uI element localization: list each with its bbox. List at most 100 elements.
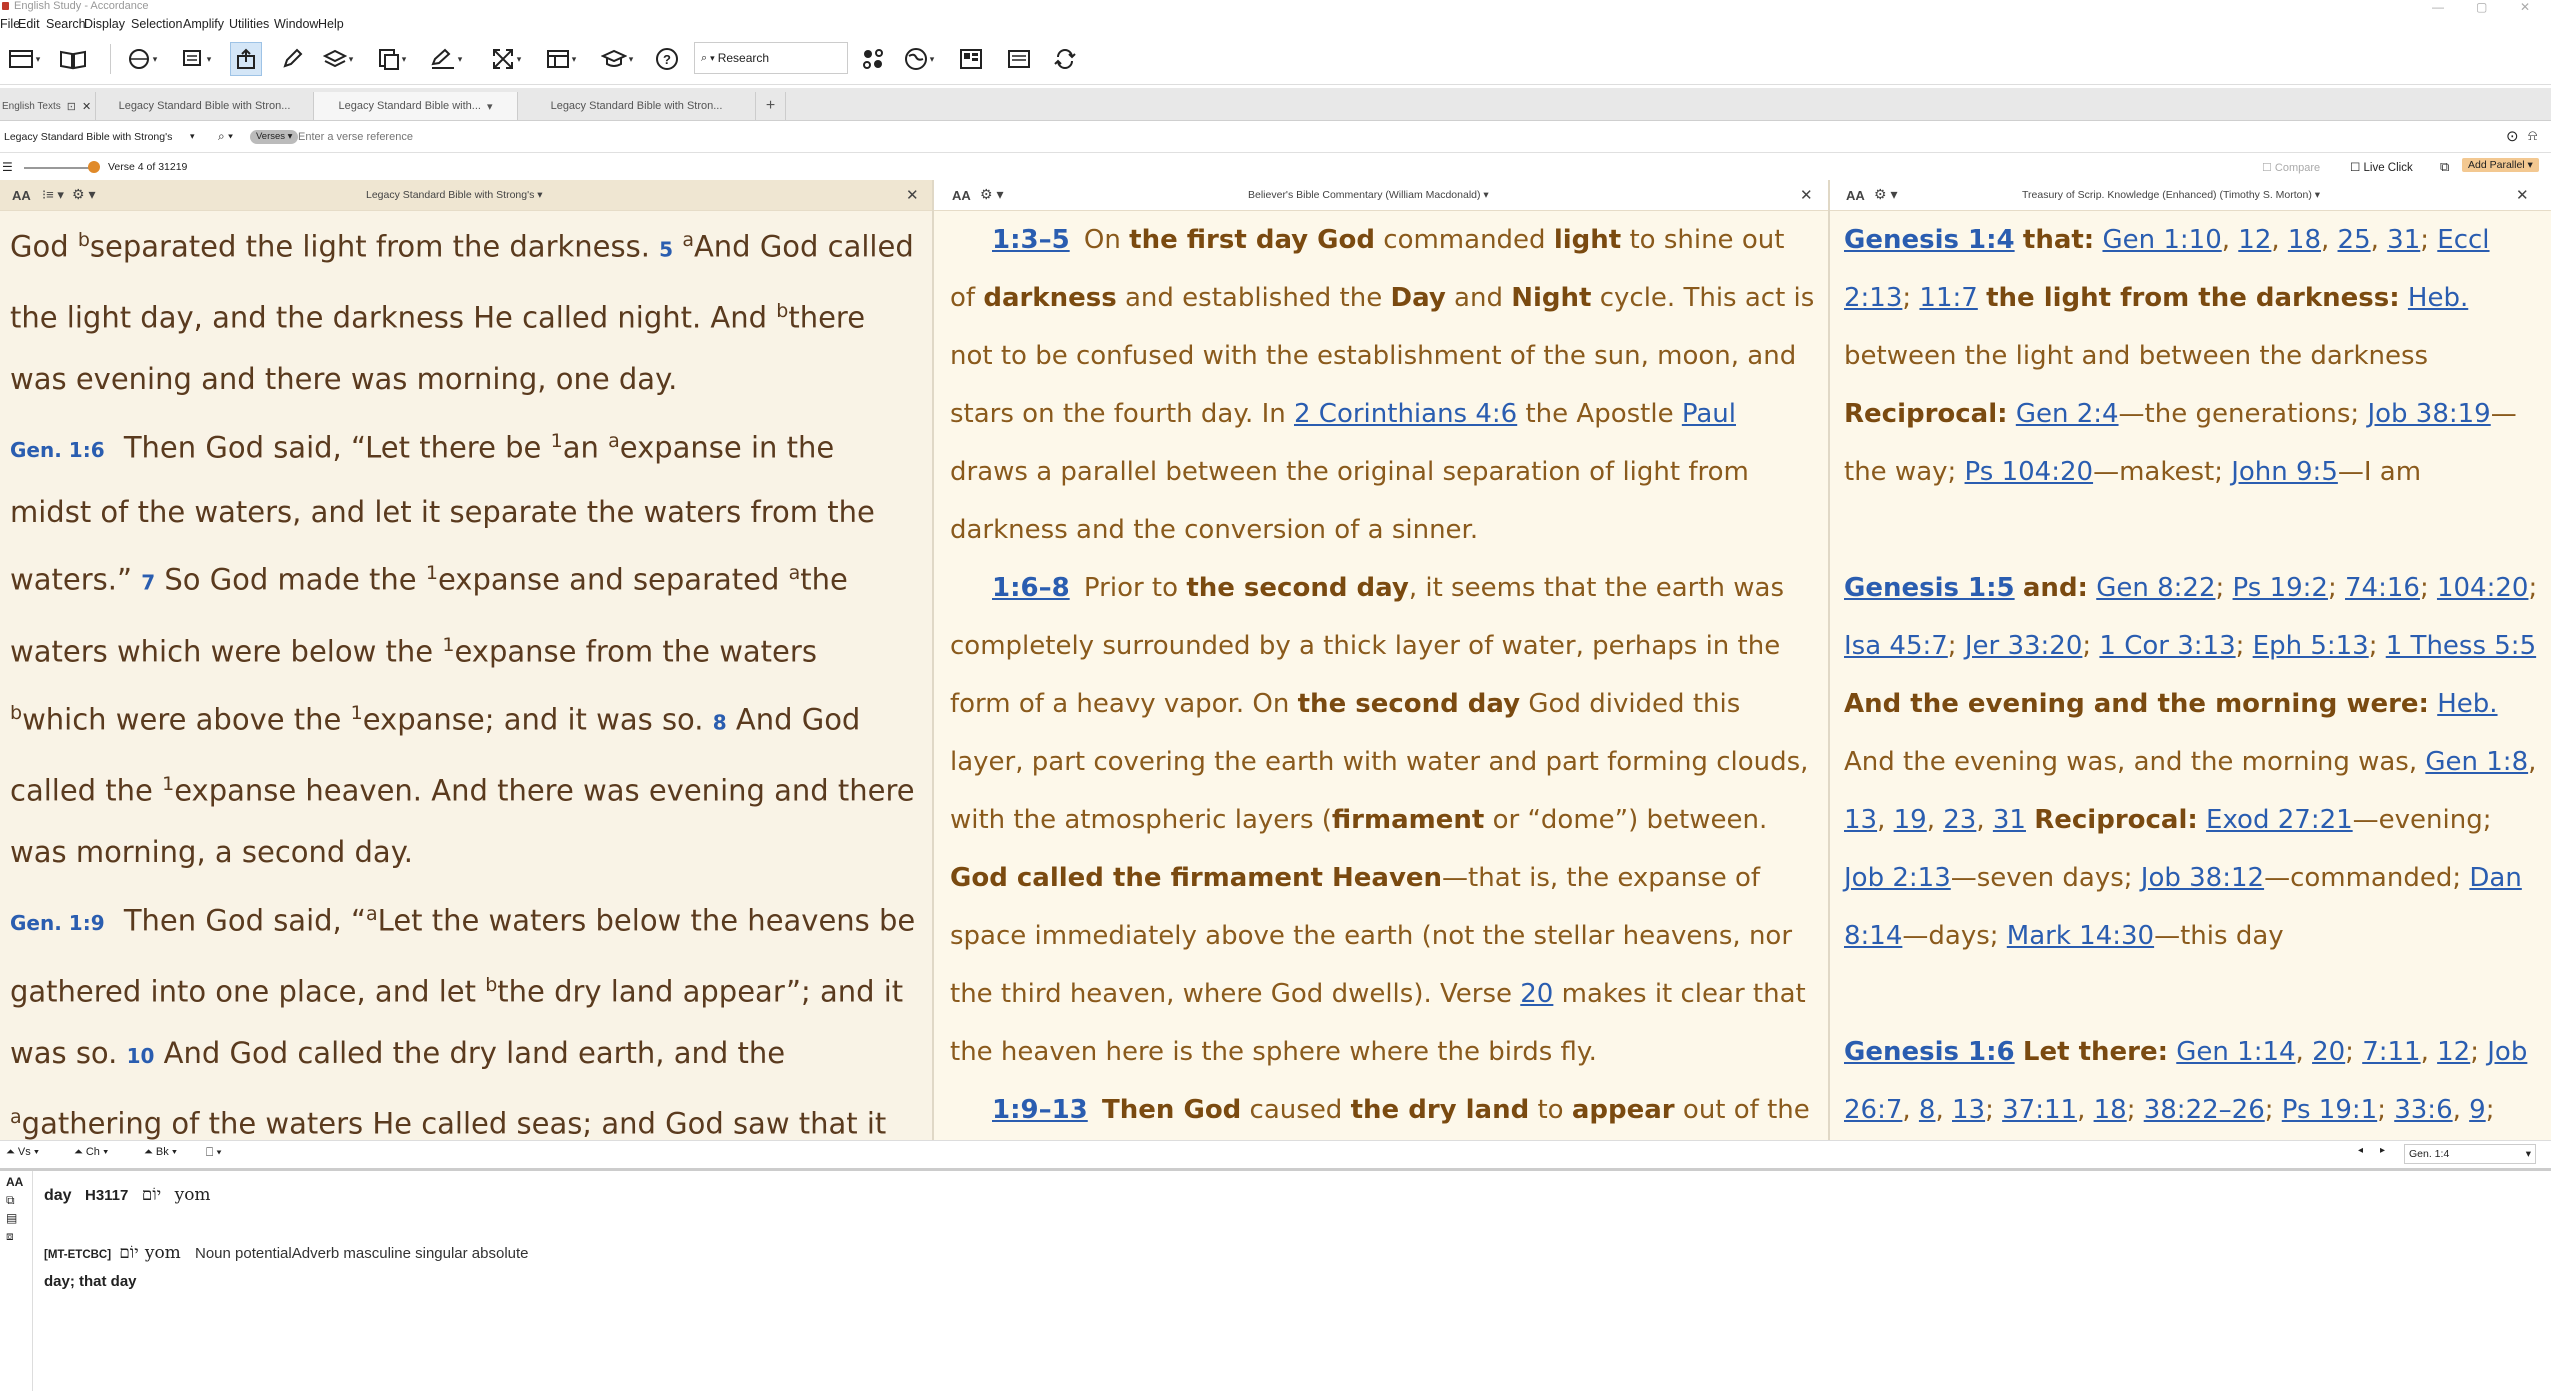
copy-icon[interactable]: ⧉ [6,1193,15,1208]
layers-icon [322,49,347,68]
lexicon-word: day [44,1187,72,1204]
layers-button[interactable]: ▾ [318,42,358,76]
close-pane-icon[interactable]: ✕ [906,186,919,204]
menu-help[interactable]: Help [318,17,344,31]
outline-icon[interactable]: ⁝≡ ▾ [42,187,64,203]
research-label: Research [717,51,770,65]
menu-display[interactable]: Display [84,17,125,31]
book-nav-button[interactable]: ⏶ Bk ▾ [144,1146,177,1159]
layout-icon[interactable]: ⧉ [2440,159,2449,175]
menu-utilities[interactable]: Utilities [229,17,269,31]
research-field[interactable]: ⌕ ▾ Research [694,42,848,74]
gear-icon[interactable]: ⚙ ▾ [72,186,95,203]
gear-icon[interactable]: ⚙ ▾ [1874,186,1897,203]
commentary-pane: AA ⚙ ▾ Believer's Bible Commentary (Will… [934,180,1828,1140]
tab-group[interactable]: English Texts ⊡ ✕ [0,92,96,120]
module-dropdown-icon[interactable]: ▾ [190,131,195,142]
verse-nav-button[interactable]: ⏶ Vs ▾ [6,1146,39,1159]
maximize-icon[interactable]: ▢ [2476,0,2487,14]
font-size-button[interactable]: AA [12,188,31,203]
table-button[interactable]: ▾ [540,42,582,76]
menu-amplify[interactable]: Amplify [183,17,224,31]
pane-header: AA ⚙ ▾ Believer's Bible Commentary (Will… [934,180,1828,211]
help-button[interactable]: ? [652,42,682,76]
menu-window[interactable]: Window [274,17,318,31]
bible-text[interactable]: God bseparated the light from the darkne… [0,210,932,1140]
verse-reference-input[interactable] [296,127,2500,147]
markup-button[interactable]: ▾ [424,42,468,76]
tab-group-close-icon[interactable]: ✕ [82,100,91,113]
window-title: English Study - Accordance [14,0,149,12]
close-window-icon[interactable]: ✕ [2520,0,2530,14]
export-button[interactable] [230,42,262,76]
strongs-number[interactable]: H3117 [85,1187,128,1204]
reading-button[interactable] [1004,42,1034,76]
clipboard-icon[interactable]: ▤ [6,1211,17,1225]
verse-slider-track[interactable] [24,167,94,169]
window-icon [8,50,33,68]
tab-3[interactable]: Legacy Standard Bible with Stron... [518,92,756,120]
search-icon[interactable]: ⌕ ▾ [218,129,233,144]
live-click-checkbox[interactable]: ☐ Live Click [2350,160,2413,174]
target-icon[interactable]: ⊙ [2506,127,2519,145]
tab-group-pin-icon[interactable]: ⊡ [67,100,76,113]
tab-1[interactable]: Legacy Standard Bible with Stron... [96,92,314,120]
pane-title[interactable]: Treasury of Scrip. Knowledge (Enhanced) … [2022,189,2320,201]
sync-button[interactable] [1050,42,1080,76]
education-button[interactable]: ▾ [596,42,638,76]
search-icon: ⌕ [701,51,708,64]
expand-icon [492,49,513,69]
copy-button[interactable]: ▾ [372,42,412,76]
pane-title[interactable]: Legacy Standard Bible with Strong's ▾ [366,189,543,201]
library-button[interactable] [56,42,90,76]
verse-nav-row: ☰ Verse 4 of 31219 ☐ Compare ☐ Live Clic… [0,156,2551,180]
search-mode-badge[interactable]: Verses ▾ [250,130,299,144]
close-pane-icon[interactable]: ✕ [1800,186,1813,204]
add-tab-button[interactable]: + [756,92,786,120]
atlas-icon [904,48,927,70]
prev-arrow-icon[interactable]: ◂ [2358,1145,2363,1156]
tab-2-dropdown-icon[interactable]: ▾ [487,100,493,113]
info-pane-button[interactable] [956,42,986,76]
atlas-button[interactable]: ▾ [898,42,940,76]
info-pane-icon [960,49,982,69]
tsk-text[interactable]: Genesis 1:4 that: Gen 1:10, 12, 18, 25, … [1830,210,2551,1140]
pencil-icon [283,48,303,68]
bookmark-icon[interactable]: ⎕ ▾ [206,1145,222,1160]
close-pane-icon[interactable]: ✕ [2516,186,2529,204]
font-size-button[interactable]: AA [1846,188,1865,203]
reference-selector[interactable]: Gen. 1:4 ▾ [2404,1144,2536,1164]
timeline-button[interactable]: ▾ [122,42,162,76]
stack-button[interactable]: ▾ [176,42,216,76]
details-icon[interactable]: ⧈ [6,1229,14,1244]
font-size-button[interactable]: AA [6,1175,23,1189]
minimize-icon[interactable]: — [2432,0,2444,14]
menu-selection[interactable]: Selection [131,17,182,31]
bell-icon[interactable]: ⍾ [2528,127,2537,144]
list-icon[interactable]: ☰ [2,160,13,174]
add-parallel-button[interactable]: Add Parallel ▾ [2462,158,2539,172]
tab-3-label: Legacy Standard Bible with Stron... [550,100,723,112]
stack-icon [182,50,201,66]
pane-title[interactable]: Believer's Bible Commentary (William Mac… [1248,189,1489,201]
source-label: [MT-ETCBC] [44,1249,112,1261]
svg-text:?: ? [663,52,671,67]
parsing-text: Noun potentialAdverb masculine singular … [194,1245,529,1262]
new-window-button[interactable]: ▾ [4,42,44,76]
commentary-text[interactable]: 1:3–5 On the first day God commanded lig… [934,210,1828,1140]
expand-button[interactable]: ▾ [486,42,526,76]
tab-2[interactable]: Legacy Standard Bible with... ▾ [314,92,518,120]
menu-edit[interactable]: Edit [18,17,40,31]
table-icon [546,50,569,68]
font-size-button[interactable]: AA [952,188,971,203]
menu-search[interactable]: Search [46,17,86,31]
compare-checkbox[interactable]: ☐ Compare [2262,161,2320,174]
parallel-button[interactable] [858,42,888,76]
next-arrow-icon[interactable]: ▸ [2380,1145,2385,1156]
highlight-button[interactable] [276,42,308,76]
chapter-nav-button[interactable]: ⏶ Ch ▾ [74,1146,108,1159]
gear-icon[interactable]: ⚙ ▾ [980,186,1003,203]
verse-slider-thumb[interactable] [88,161,100,173]
module-selector[interactable]: Legacy Standard Bible with Strong's [4,131,172,143]
pane-header: AA ⁝≡ ▾ ⚙ ▾ Legacy Standard Bible with S… [0,180,932,211]
